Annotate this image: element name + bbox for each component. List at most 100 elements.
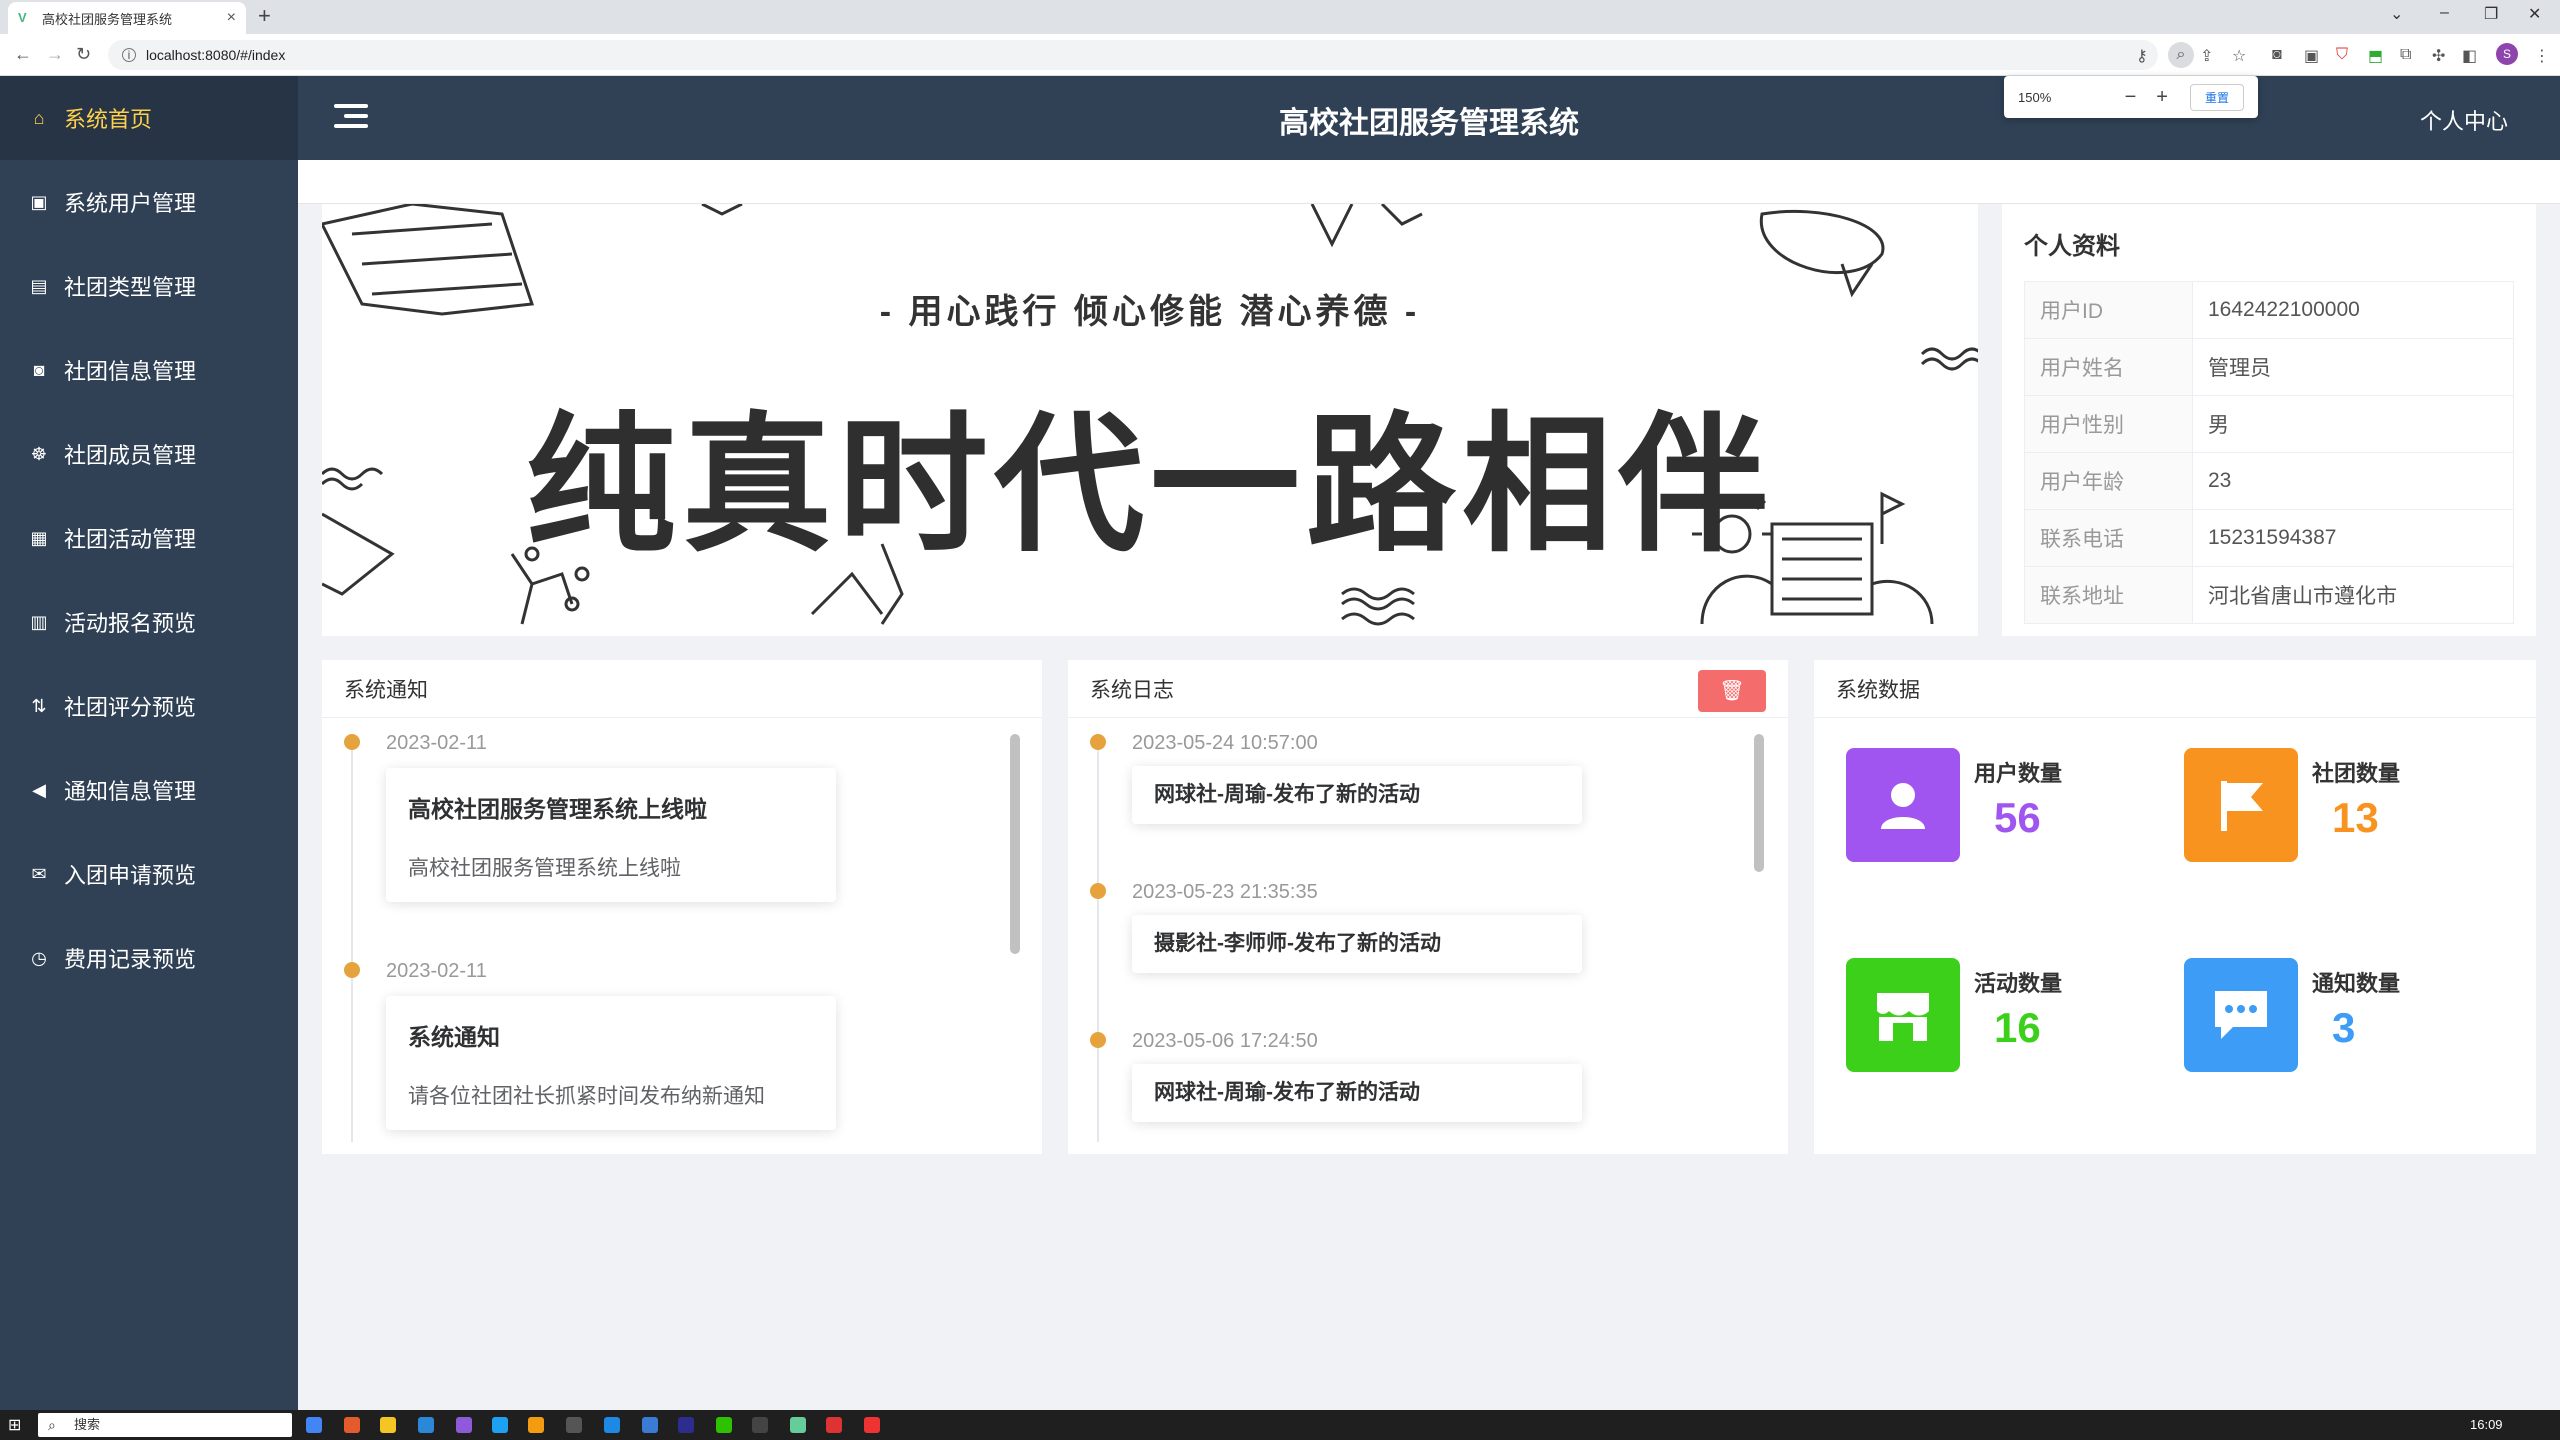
sidebar-item-notices[interactable]: ◀ 通知信息管理 <box>0 748 298 832</box>
browser-tab[interactable]: V 高校社团服务管理系统 × <box>8 2 246 34</box>
share-icon[interactable]: ⇪ <box>2200 46 2213 66</box>
tab-title: 高校社团服务管理系统 <box>42 11 173 27</box>
sidebar-item-club-ratings[interactable]: ⇅ 社团评分预览 <box>0 664 298 748</box>
store-icon <box>1846 958 1960 1072</box>
calendar-icon: ▥ <box>30 612 48 632</box>
log-time: 2023-05-06 17:24:50 <box>1132 1030 1318 1052</box>
app-icon[interactable] <box>456 1417 472 1433</box>
green-extension-icon[interactable]: ⬒ <box>2368 46 2383 66</box>
notice-card[interactable]: 高校社团服务管理系统上线啦 高校社团服务管理系统上线啦 <box>386 768 836 902</box>
windows-start-icon[interactable]: ⊞ <box>8 1415 21 1435</box>
notices-scrollbar[interactable] <box>1010 734 1020 954</box>
profile-avatar[interactable]: S <box>2496 43 2518 65</box>
sidebar-item-activity-signup[interactable]: ▥ 活动报名预览 <box>0 580 298 664</box>
copy-extension-icon[interactable]: ⧉ <box>2400 46 2411 64</box>
notices-timeline[interactable]: 2023-02-11 高校社团服务管理系统上线啦 高校社团服务管理系统上线啦 2… <box>344 732 984 1142</box>
trash-icon: 🗑 <box>1719 680 1745 702</box>
sidebar-item-label: 社团类型管理 <box>64 275 197 300</box>
app-icon[interactable] <box>492 1417 508 1433</box>
app-icon[interactable] <box>678 1417 694 1433</box>
zoom-in-icon[interactable]: + <box>2156 86 2168 109</box>
key-icon[interactable]: ⚷ <box>2136 46 2148 66</box>
stat-label: 社团数量 <box>2312 761 2401 786</box>
firefox-icon[interactable] <box>344 1417 360 1433</box>
app-icon[interactable] <box>864 1417 880 1433</box>
window-close-icon[interactable]: ✕ <box>2528 4 2541 24</box>
zoom-reset-button[interactable]: 重置 <box>2189 83 2244 111</box>
reload-icon[interactable]: ↻ <box>76 44 91 65</box>
notice-card[interactable]: 系统通知 请各位社团社长抓紧时间发布纳新通知 <box>386 996 836 1130</box>
sidebar-item-users[interactable]: ▣ 系统用户管理 <box>0 160 298 244</box>
forward-icon[interactable]: → <box>46 44 64 65</box>
back-icon[interactable]: ← <box>14 44 32 65</box>
chrome-icon[interactable] <box>306 1417 322 1433</box>
log-card[interactable]: 网球社-周瑜-发布了新的活动 <box>1132 766 1582 824</box>
sidebar: ⌂ 系统首页 ▣ 系统用户管理 ▤ 社团类型管理 ◙ 社团信息管理 ☸ 社团成员… <box>0 76 298 1410</box>
sidebar-item-join-requests[interactable]: ✉ 入团申请预览 <box>0 832 298 916</box>
bookmark-star-icon[interactable]: ☆ <box>2232 46 2246 66</box>
app-icon[interactable] <box>790 1417 806 1433</box>
taskbar-search[interactable]: ⌕ 搜索 <box>38 1413 292 1437</box>
store-app-icon[interactable] <box>418 1417 434 1433</box>
profile-row: 用户年龄 23 <box>2024 452 2514 510</box>
search-icon: ⌕ <box>48 1417 56 1433</box>
restore-icon[interactable]: ❐ <box>2484 4 2498 24</box>
app-icon[interactable] <box>826 1417 842 1433</box>
profile-key: 联系电话 <box>2024 509 2193 567</box>
flag-icon <box>2184 748 2298 862</box>
logs-timeline[interactable]: 2023-05-24 10:57:00 网球社-周瑜-发布了新的活动 2023-… <box>1090 732 1730 1142</box>
image-icon[interactable]: ▣ <box>2304 46 2319 66</box>
minimize-icon[interactable]: – <box>2440 4 2449 22</box>
stat-label: 活动数量 <box>1974 971 2063 996</box>
sidebar-item-club-types[interactable]: ▤ 社团类型管理 <box>0 244 298 328</box>
screenshot-icon[interactable]: ◙ <box>2272 46 2282 64</box>
profile-key: 用户姓名 <box>2024 338 2193 396</box>
stat-value: 16 <box>1994 1004 2041 1051</box>
logs-card: 系统日志 🗑 2023-05-24 10:57:00 网球社-周瑜-发布了新的活… <box>1068 660 1788 1154</box>
tab-close-icon[interactable]: × <box>227 9 236 27</box>
logs-scrollbar[interactable] <box>1754 734 1764 872</box>
sidebar-item-label: 社团信息管理 <box>64 359 197 384</box>
profile-key: 联系地址 <box>2024 566 2193 624</box>
personal-center-link[interactable]: 个人中心 <box>2420 104 2508 136</box>
site-info-icon[interactable]: i <box>122 48 136 62</box>
menu-kebab-icon[interactable]: ⋮ <box>2534 46 2550 66</box>
sidebar-item-club-info[interactable]: ◙ 社团信息管理 <box>0 328 298 412</box>
sidebar-item-fee-records[interactable]: ◷ 费用记录预览 <box>0 916 298 1000</box>
stat-value: 13 <box>2332 794 2379 841</box>
wechat-icon[interactable] <box>716 1417 732 1433</box>
sidebar-item-home[interactable]: ⌂ 系统首页 <box>0 76 298 160</box>
profile-value: 管理员 <box>2192 338 2514 396</box>
sidebar-item-label: 社团活动管理 <box>64 527 197 552</box>
profile-value: 男 <box>2192 395 2514 453</box>
app-icon[interactable] <box>752 1417 768 1433</box>
side-panel-icon[interactable]: ◧ <box>2462 46 2477 66</box>
app-icon[interactable] <box>642 1417 658 1433</box>
stats-title: 系统数据 <box>1814 660 2536 718</box>
new-tab-icon[interactable]: + <box>258 3 271 29</box>
log-text: 网球社-周瑜-发布了新的活动 <box>1154 783 1420 806</box>
log-card[interactable]: 摄影社-李师师-发布了新的活动 <box>1132 915 1582 973</box>
app-icon[interactable] <box>604 1417 620 1433</box>
zoom-icon[interactable]: ⌕ <box>2168 42 2194 68</box>
home-icon: ⌂ <box>33 108 45 128</box>
profile-row: 用户性别男 <box>2024 395 2514 453</box>
notice-title: 系统通知 <box>408 1024 500 1050</box>
app-icon[interactable] <box>566 1417 582 1433</box>
sidebar-item-club-members[interactable]: ☸ 社团成员管理 <box>0 412 298 496</box>
sidebar-item-label: 通知信息管理 <box>64 779 197 804</box>
profile-row: 联系电话 15231594387 <box>2024 509 2514 567</box>
file-explorer-icon[interactable] <box>380 1417 396 1433</box>
app-icon[interactable] <box>528 1417 544 1433</box>
log-card[interactable]: 网球社-周瑜-发布了新的活动 <box>1132 1064 1582 1122</box>
tab-search-chevron-icon[interactable]: ⌄ <box>2390 4 2403 24</box>
sidebar-item-club-activities[interactable]: ▦ 社团活动管理 <box>0 496 298 580</box>
log-time: 2023-05-24 10:57:00 <box>1132 732 1318 754</box>
extensions-puzzle-icon[interactable]: ✣ <box>2432 46 2445 66</box>
delete-logs-button[interactable]: 🗑 <box>1698 670 1766 712</box>
shield-extension-icon[interactable]: ⛉ <box>2336 46 2348 64</box>
zoom-out-icon[interactable]: − <box>2125 86 2137 109</box>
calendar-grid-icon: ▦ <box>30 528 48 548</box>
url-field[interactable]: i localhost:8080/#/index <box>108 40 2158 70</box>
log-time: 2023-05-23 21:35:35 <box>1132 881 1318 903</box>
